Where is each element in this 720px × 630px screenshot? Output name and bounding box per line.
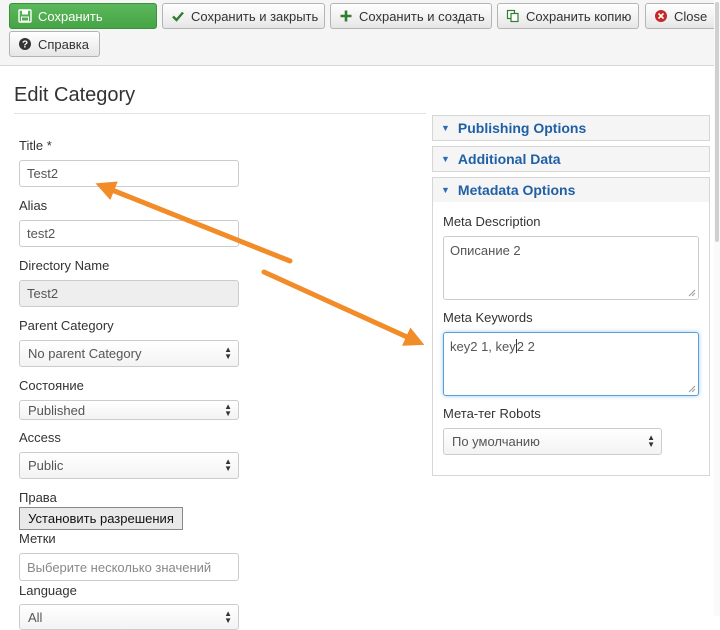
meta-robots-select[interactable]: По умолчанию ▲ ▼ [443, 428, 662, 455]
publishing-options-header[interactable]: ▼ Publishing Options [432, 115, 710, 141]
additional-data-header[interactable]: ▼ Additional Data [432, 146, 710, 172]
directory-name-label: Directory Name [19, 258, 110, 273]
additional-data-label: Additional Data [457, 151, 561, 167]
select-arrows-icon: ▲ ▼ [224, 457, 232, 473]
caret-down-icon: ▼ [441, 123, 450, 133]
scrollbar-thumb[interactable] [715, 2, 719, 242]
directory-name-field: Test2 [19, 280, 239, 307]
copy-icon [506, 9, 520, 23]
meta-keywords-label: Meta Keywords [443, 310, 533, 325]
page-title: Edit Category [14, 84, 136, 106]
help-label: Справка [38, 36, 89, 52]
close-button[interactable]: Close [645, 3, 716, 29]
save-label: Сохранить [38, 8, 103, 24]
save-and-close-label: Сохранить и закрыть [191, 8, 319, 24]
save-and-new-label: Сохранить и создать [359, 8, 485, 24]
language-value: All [28, 609, 43, 625]
title-divider [14, 113, 426, 114]
tags-label: Метки [19, 531, 56, 546]
state-value: Published [28, 402, 86, 418]
meta-description-value: Описание 2 [450, 243, 521, 258]
meta-description-textarea[interactable]: Описание 2 [443, 236, 699, 300]
help-button[interactable]: ? Справка [9, 31, 100, 57]
meta-robots-label: Мета-тег Robots [443, 406, 541, 421]
meta-description-label: Meta Description [443, 214, 541, 229]
access-select[interactable]: Public ▲ ▼ [19, 452, 239, 479]
resize-grip-icon[interactable] [688, 289, 696, 297]
save-icon [18, 9, 32, 23]
set-permissions-button[interactable]: Установить разрешения [19, 507, 183, 530]
publishing-options-label: Publishing Options [457, 120, 587, 136]
help-icon: ? [18, 37, 32, 51]
parent-category-select[interactable]: No parent Category ▲ ▼ [19, 340, 239, 367]
title-label: Title * [19, 138, 52, 153]
save-and-new-button[interactable]: Сохранить и создать [330, 3, 492, 29]
checkmark-icon [171, 9, 185, 23]
tags-input[interactable]: Выберите несколько значений [19, 553, 239, 581]
plus-icon [339, 9, 353, 23]
select-arrows-icon: ▲ ▼ [224, 609, 232, 625]
meta-robots-value: По умолчанию [452, 434, 540, 449]
close-icon [654, 9, 668, 23]
alias-input[interactable]: test2 [19, 220, 239, 247]
title-input[interactable]: Test2 [19, 160, 239, 187]
save-as-copy-button[interactable]: Сохранить копию [497, 3, 639, 29]
state-label: Состояние [19, 378, 84, 393]
save-and-close-button[interactable]: Сохранить и закрыть [162, 3, 325, 29]
caret-down-icon: ▼ [441, 185, 450, 195]
metadata-options-label: Metadata Options [457, 182, 576, 198]
resize-grip-icon[interactable] [688, 385, 696, 393]
alias-label: Alias [19, 198, 48, 213]
meta-keywords-value-end: 2 2 [516, 339, 535, 354]
save-as-copy-label: Сохранить копию [526, 8, 632, 24]
state-select[interactable]: Published ▲ ▼ [19, 400, 239, 420]
page-scrollbar[interactable] [714, 0, 720, 616]
save-button[interactable]: Сохранить [9, 3, 157, 29]
select-arrows-icon: ▲ ▼ [224, 345, 232, 361]
access-value: Public [28, 458, 64, 473]
meta-keywords-value-start: key2 1, key [450, 339, 516, 354]
select-arrows-icon: ▲ ▼ [224, 402, 232, 418]
arrow-to-meta-keywords [261, 269, 425, 346]
caret-down-icon: ▼ [441, 154, 450, 164]
svg-text:?: ? [22, 40, 28, 51]
meta-keywords-textarea[interactable]: key2 1, key2 2 [443, 332, 699, 396]
parent-category-value: No parent Category [28, 346, 142, 361]
metadata-options-header[interactable]: ▼ Metadata Options [432, 177, 710, 203]
toolbar: Сохранить Сохранить и закрыть Сохранить … [0, 0, 720, 66]
language-label: Language [19, 583, 77, 598]
permissions-label: Права [19, 490, 57, 505]
select-arrows-icon: ▲ ▼ [647, 433, 655, 449]
access-label: Access [19, 430, 61, 445]
language-select[interactable]: All ▲ ▼ [19, 604, 239, 630]
close-label: Close [674, 8, 708, 24]
parent-category-label: Parent Category [19, 318, 114, 333]
